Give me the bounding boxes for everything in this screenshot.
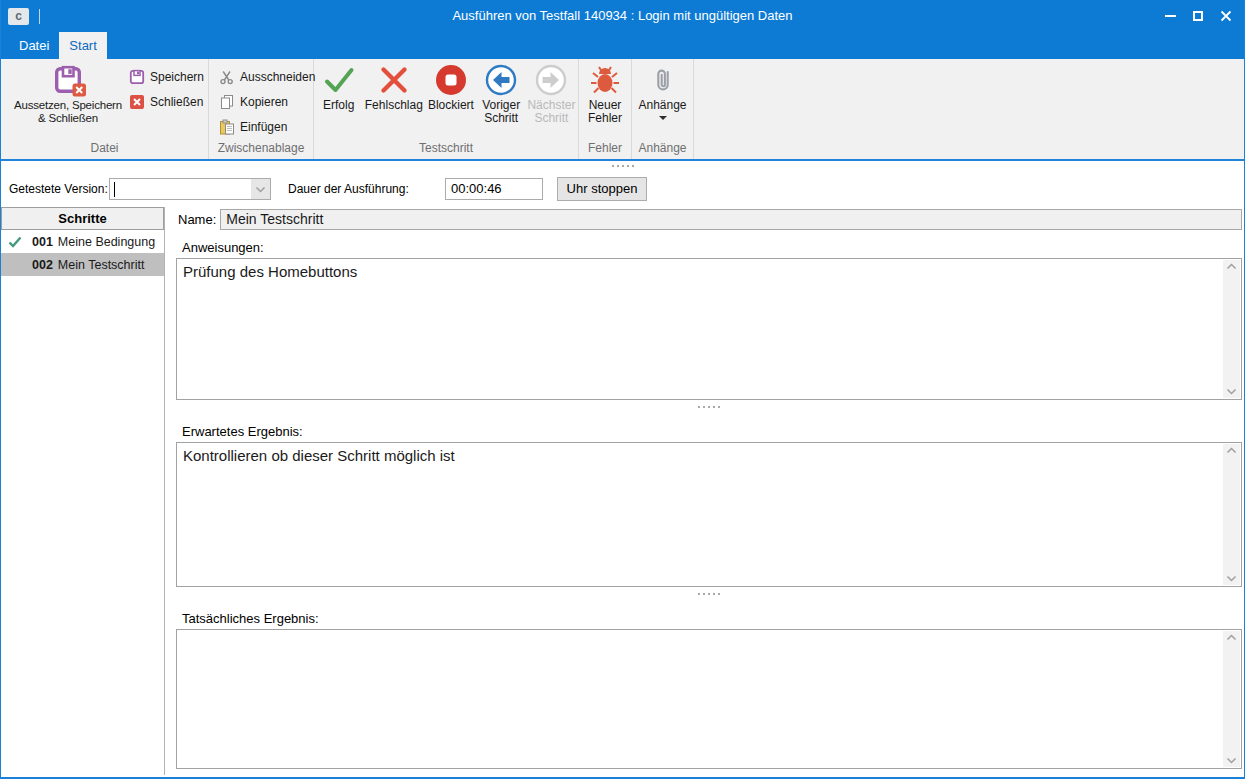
previous-step-icon (485, 64, 517, 96)
suspend-save-close-button[interactable]: Aussetzen, Speichern & Schließen (9, 59, 127, 142)
close-icon (1220, 10, 1232, 22)
text-caret (114, 182, 115, 197)
step-name: Meine Bedingung (58, 235, 155, 249)
section-splitter-2[interactable] (176, 593, 1242, 601)
close-red-icon (129, 94, 145, 110)
group-label-fehler: Fehler (579, 142, 631, 159)
ribbon-group-fehler: Neuer Fehler Fehler (579, 59, 632, 159)
step-item-001[interactable]: 001 Meine Bedingung (1, 230, 164, 253)
expected-scrollbar[interactable] (1223, 444, 1240, 585)
scroll-down-icon[interactable] (1226, 575, 1237, 582)
step-passed-check-icon (7, 234, 23, 250)
ribbon-splitter-handle[interactable] (612, 165, 634, 167)
tab-datei[interactable]: Datei (9, 32, 59, 59)
actual-textarea[interactable] (176, 629, 1242, 769)
actual-label: Tatsächliches Ergebnis: (182, 611, 1242, 626)
chevron-down-icon (255, 186, 266, 193)
version-dropdown-button[interactable] (251, 179, 270, 199)
success-button[interactable]: Erfolg (316, 59, 361, 142)
expected-label: Erwartetes Ergebnis: (182, 424, 1242, 439)
maximize-button[interactable] (1184, 0, 1212, 32)
stop-clock-button[interactable]: Uhr stoppen (557, 177, 647, 201)
version-label: Getestete Version: (9, 182, 108, 196)
ribbon: Aussetzen, Speichern & Schließen Speiche… (1, 59, 1244, 161)
close-button[interactable] (1212, 0, 1240, 32)
ribbon-group-anhaenge: Anhänge Anhänge (632, 59, 694, 159)
success-check-icon (323, 64, 355, 96)
step-item-002[interactable]: 002 Mein Testschritt (1, 253, 164, 276)
group-label-testschritt: Testschritt (314, 142, 578, 159)
paperclip-icon (648, 64, 678, 96)
duration-input[interactable]: 00:00:46 (445, 178, 543, 200)
cut-button[interactable]: Ausschneiden (219, 67, 315, 87)
app-window: c Ausführen von Testfall 140934 : Login … (0, 0, 1245, 779)
cancel-badge-icon (72, 83, 86, 97)
ribbon-group-testschritt: Erfolg Fehlschlag (314, 59, 579, 159)
save-button[interactable]: Speichern (129, 67, 204, 87)
step-detail-panel: Name: Mein Testschritt Anweisungen: Prüf… (176, 207, 1242, 775)
actual-scrollbar[interactable] (1223, 631, 1240, 767)
name-label: Name: (178, 212, 216, 227)
scroll-down-icon[interactable] (1226, 757, 1237, 764)
bug-icon (589, 64, 621, 96)
group-label-anhaenge: Anhänge (632, 142, 693, 159)
instructions-textarea[interactable]: Prüfung des Homebuttons (176, 258, 1242, 400)
fail-x-icon (378, 64, 410, 96)
execution-toolbar: Getestete Version: Dauer der Ausführung:… (1, 161, 1244, 207)
attachments-button[interactable]: Anhänge (635, 59, 691, 142)
step-name: Mein Testschritt (58, 258, 145, 272)
title-bar: c Ausführen von Testfall 140934 : Login … (1, 0, 1244, 32)
new-error-button[interactable]: Neuer Fehler (581, 59, 629, 142)
instructions-scrollbar[interactable] (1223, 260, 1240, 398)
group-label-zwischenablage: Zwischenablage (209, 142, 313, 159)
blocked-button[interactable]: Blockiert (426, 59, 475, 142)
scroll-up-icon[interactable] (1226, 634, 1237, 641)
scroll-up-icon[interactable] (1226, 447, 1237, 454)
expected-textarea[interactable]: Kontrollieren ob dieser Schritt möglich … (176, 442, 1242, 587)
steps-header: Schritte (1, 207, 164, 230)
steps-panel: Schritte 001 Meine Bedingung 002 Mein Te… (1, 207, 165, 775)
maximize-icon (1193, 11, 1203, 21)
previous-step-button[interactable]: Voriger Schritt (478, 59, 525, 142)
next-step-button: Nächster Schritt (527, 59, 576, 142)
duration-label: Dauer der Ausführung: (288, 182, 409, 196)
version-combobox[interactable] (109, 178, 271, 200)
group-label-datei: Datei (1, 142, 208, 159)
section-splitter-1[interactable] (176, 406, 1242, 414)
ribbon-group-zwischenablage: Ausschneiden Kopieren (209, 59, 314, 159)
save-icon (129, 69, 145, 85)
close-ribbon-button[interactable]: Schließen (129, 92, 204, 112)
ribbon-group-datei: Aussetzen, Speichern & Schließen Speiche… (1, 59, 209, 159)
attachments-dropdown-icon (659, 116, 667, 120)
instructions-label: Anweisungen: (182, 240, 1242, 255)
paste-icon (219, 119, 235, 135)
paste-button[interactable]: Einfügen (219, 117, 315, 137)
ribbon-tabs: Datei Start (1, 32, 1244, 59)
minimize-button[interactable] (1156, 0, 1184, 32)
fail-button[interactable]: Fehlschlag (363, 59, 424, 142)
name-field[interactable]: Mein Testschritt (220, 209, 1242, 230)
scroll-down-icon[interactable] (1226, 388, 1237, 395)
scissors-icon (219, 69, 235, 85)
minimize-icon (1165, 15, 1176, 17)
copy-button[interactable]: Kopieren (219, 92, 315, 112)
window-title: Ausführen von Testfall 140934 : Login mi… (1, 0, 1244, 32)
scroll-up-icon[interactable] (1226, 263, 1237, 270)
copy-icon (219, 94, 235, 110)
blocked-stop-icon (435, 64, 467, 96)
tab-start[interactable]: Start (59, 32, 106, 59)
content-area: Schritte 001 Meine Bedingung 002 Mein Te… (1, 207, 1244, 775)
next-step-icon (535, 64, 567, 96)
